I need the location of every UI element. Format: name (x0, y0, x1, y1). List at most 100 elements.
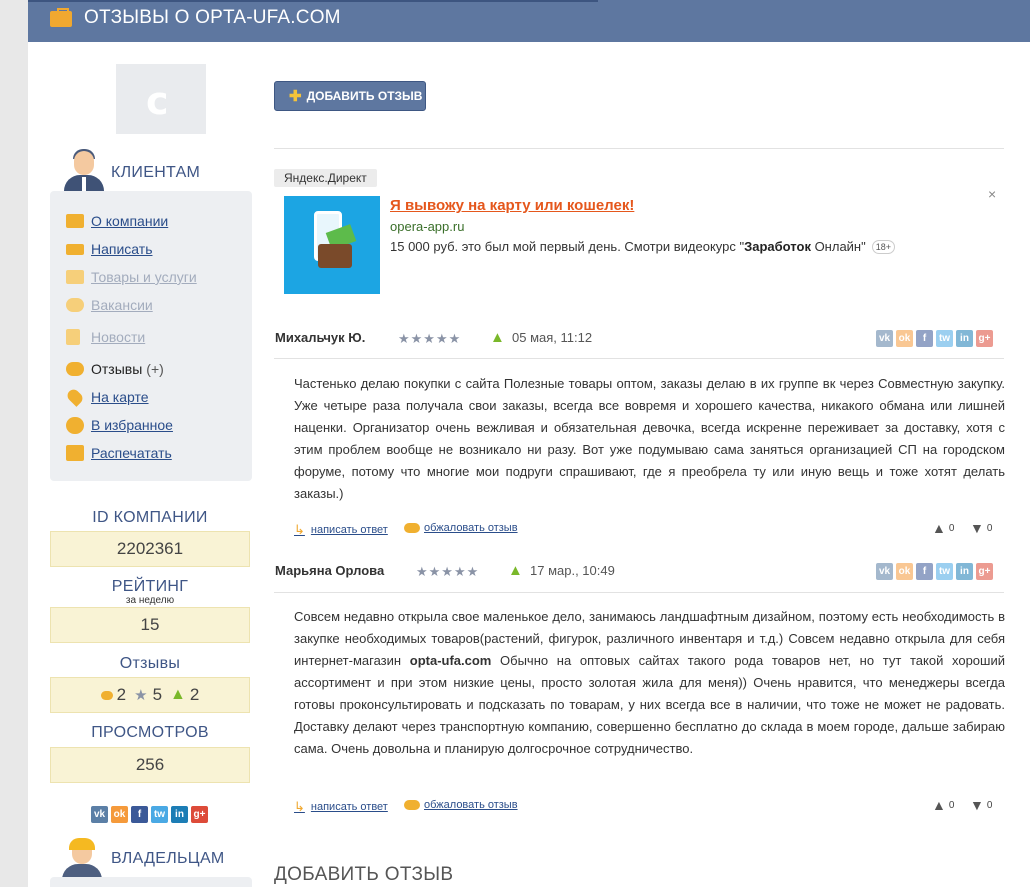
ad-source-tag[interactable]: Яндекс.Директ (274, 169, 377, 187)
views-value: 256 (50, 747, 250, 783)
divider (274, 358, 1004, 359)
twitter-share-button[interactable]: tw (151, 806, 168, 823)
sidebar-item-about[interactable]: О компании (66, 211, 168, 231)
twitter-share-button[interactable]: tw (936, 563, 953, 580)
dislike-count: 0 (986, 522, 993, 534)
sidebar-item-label[interactable]: Распечатать (91, 445, 172, 461)
sidebar-item-products[interactable]: Товары и услуги (66, 267, 197, 287)
close-icon[interactable]: × (988, 186, 996, 202)
appeal-link[interactable]: обжаловать отзыв (404, 522, 518, 534)
chat-bubble-icon (66, 362, 84, 376)
sidebar-item-label[interactable]: В избранное (91, 417, 173, 433)
thumbs-up-icon: ▲ (170, 686, 186, 703)
clients-section-title: КЛИЕНТАМ (111, 164, 201, 181)
review-rating-stars: ★★★★★ (416, 564, 480, 579)
facebook-share-button[interactable]: f (916, 330, 933, 347)
dislike-button[interactable]: ▼ 0 (970, 797, 992, 813)
reviews-summary: 2 ★ 5 ▲ 2 (50, 677, 250, 713)
ok-share-button[interactable]: ok (896, 330, 913, 347)
add-review-heading: ДОБАВИТЬ ОТЗЫВ (274, 864, 454, 885)
camera-icon (66, 270, 84, 284)
sidebar-item-news[interactable]: Новости (66, 327, 145, 347)
dislike-button[interactable]: ▼ 0 (970, 520, 992, 536)
rating-value: 15 (50, 607, 250, 643)
clients-menu: О компании Написать Товары и услуги Вака… (50, 191, 252, 481)
vk-share-button[interactable]: vk (876, 330, 893, 347)
googleplus-share-button[interactable]: g+ (191, 806, 208, 823)
reply-link[interactable]: ↳ написать ответ (294, 799, 388, 815)
age-rating-badge: 18+ (871, 239, 896, 254)
review-text: Совсем недавно открыла свое маленькое де… (294, 606, 1005, 760)
reply-link[interactable]: ↳ написать ответ (294, 522, 388, 538)
review-text: Частенько делаю покупки с сайта Полезные… (294, 376, 1005, 501)
thumbs-up-icon: ▲ (508, 562, 523, 579)
newspaper-icon (66, 329, 80, 345)
reviews-comments-count: 2 (116, 685, 127, 704)
ok-share-button[interactable]: ok (111, 806, 128, 823)
googleplus-share-button[interactable]: g+ (976, 330, 993, 347)
reply-link-label: написать ответ (310, 524, 388, 536)
reviews-count-link[interactable]: (+) (146, 361, 164, 377)
ad-text: 15 000 руб. это был мой первый день. Смо… (390, 239, 896, 254)
chat-bubble-icon (100, 690, 113, 700)
sidebar-item-reviews[interactable]: Отзывы (+) (66, 359, 164, 379)
ad-text-bold: Заработок (744, 239, 811, 254)
like-count: 0 (948, 522, 955, 534)
appeal-link-label: обжаловать отзыв (424, 522, 518, 534)
header-top-line (28, 0, 598, 2)
thumbs-down-icon: ▼ (970, 797, 984, 813)
company-logo[interactable]: c (116, 64, 206, 134)
owners-section-title: ВЛАДЕЛЬЦАМ (111, 850, 225, 867)
ad-domain[interactable]: opera-app.ru (390, 219, 464, 234)
vk-share-button[interactable]: vk (876, 563, 893, 580)
linkedin-share-button[interactable]: in (171, 806, 188, 823)
page: ОТЗЫВЫ О OPTA-UFA.COM c КЛИЕНТАМ О компа… (28, 0, 1030, 887)
sidebar-item-label[interactable]: О компании (91, 213, 168, 229)
like-count: 0 (948, 799, 955, 811)
sidebar-item-label[interactable]: На карте (91, 389, 149, 405)
googleplus-share-button[interactable]: g+ (976, 563, 993, 580)
sidebar-item-vacancies[interactable]: Вакансии (66, 295, 153, 315)
ad-title-link[interactable]: Я вывожу на карту или кошелек! (390, 197, 634, 214)
like-button[interactable]: ▲ 0 (932, 520, 954, 536)
ad-image[interactable] (284, 196, 380, 294)
sidebar-item-label[interactable]: Товары и услуги (91, 269, 197, 285)
facebook-share-button[interactable]: f (131, 806, 148, 823)
sidebar-item-favorites[interactable]: В избранное (66, 415, 173, 435)
reply-arrow-icon: ↳ (294, 799, 305, 814)
vk-share-button[interactable]: vk (91, 806, 108, 823)
sidebar-item-print[interactable]: Распечатать (66, 443, 172, 463)
sidebar-item-label: Отзывы (91, 361, 143, 377)
sidebar-item-label[interactable]: Написать (91, 241, 152, 257)
review-author: Марьяна Орлова (275, 563, 385, 578)
rating-label: РЕЙТИНГ (111, 578, 189, 595)
sidebar-item-label[interactable]: Новости (91, 329, 145, 345)
ok-share-button[interactable]: ok (896, 563, 913, 580)
divider (274, 592, 1004, 593)
rating-sub-label: за неделю (125, 595, 175, 606)
review-text-part: Обычно на оптовых сайтах такого рода тов… (294, 653, 1005, 756)
wallet-icon (318, 244, 352, 268)
reviews-likes-count: 2 (189, 685, 200, 704)
review-rating-stars: ★★★★★ (398, 331, 462, 346)
facebook-share-button[interactable]: f (916, 563, 933, 580)
twitter-share-button[interactable]: tw (936, 330, 953, 347)
sidebar-item-map[interactable]: На карте (65, 387, 149, 407)
logo-letter: c (146, 79, 169, 123)
appeal-link[interactable]: обжаловать отзыв (404, 799, 518, 811)
chat-bubble-icon (404, 800, 420, 810)
review-share-buttons: vk ok f tw in g+ (876, 330, 993, 347)
appeal-link-label: обжаловать отзыв (424, 799, 518, 811)
sidebar-item-write[interactable]: Написать (66, 239, 152, 259)
ad-text-part: Онлайн" (810, 239, 866, 254)
dislike-count: 0 (986, 799, 993, 811)
briefcase-icon (66, 214, 84, 228)
linkedin-share-button[interactable]: in (956, 330, 973, 347)
reply-link-label: написать ответ (310, 801, 388, 813)
company-id-label: ID КОМПАНИИ (92, 509, 208, 526)
like-button[interactable]: ▲ 0 (932, 797, 954, 813)
linkedin-share-button[interactable]: in (956, 563, 973, 580)
sidebar-item-label[interactable]: Вакансии (91, 297, 153, 313)
add-review-button[interactable]: ✚ ДОБАВИТЬ ОТЗЫВ (274, 81, 426, 111)
chat-bubble-icon (404, 523, 420, 533)
